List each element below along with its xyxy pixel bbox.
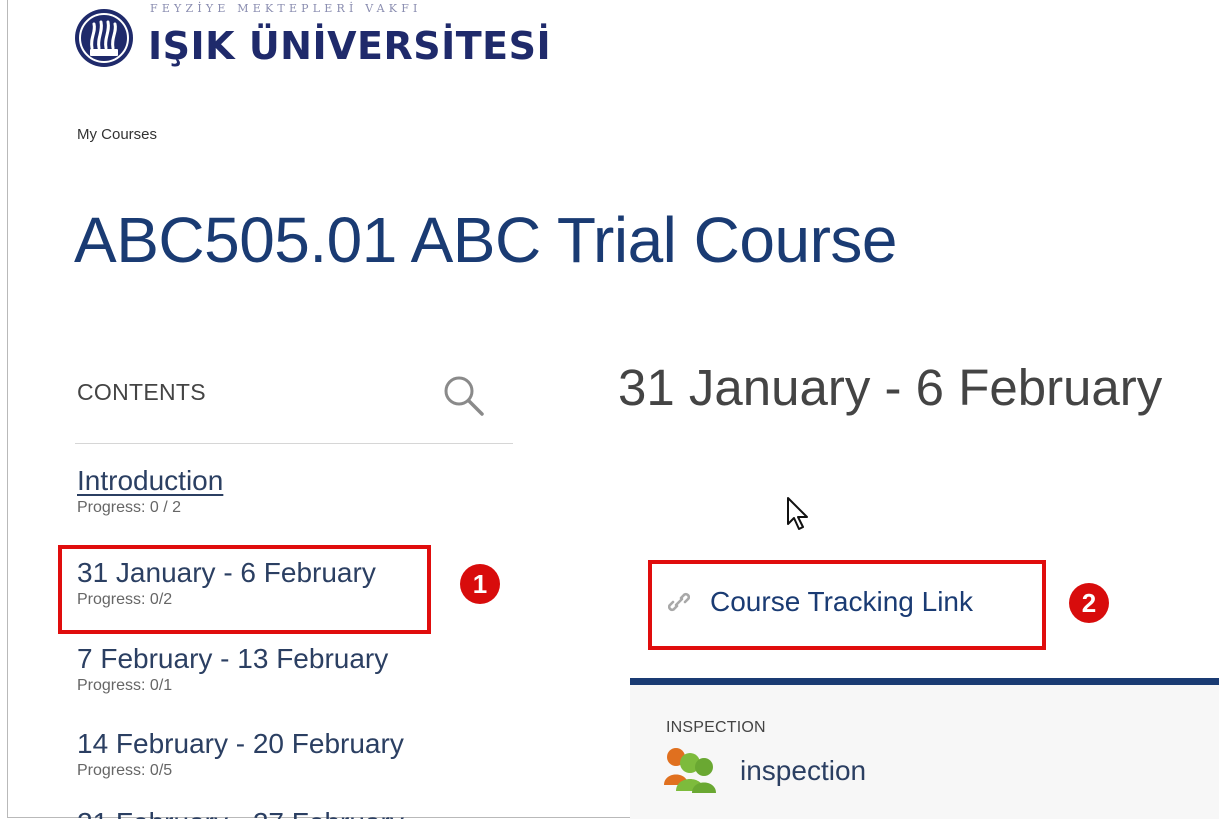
university-logo[interactable]: FEYZİYE MEKTEPLERİ VAKFI IŞIK ÜNİVERSİTE… <box>74 0 551 76</box>
breadcrumb-my-courses[interactable]: My Courses <box>77 126 157 143</box>
activity-panel: INSPECTION inspection <box>630 678 1219 819</box>
week-title: 31 January - 6 February <box>618 359 1163 416</box>
callout-badge-2: 2 <box>1069 583 1109 623</box>
sidebar-item-week-2[interactable]: 7 February - 13 February Progress: 0/1 <box>77 643 388 695</box>
section-title[interactable]: 21 February - 27 February <box>77 809 404 819</box>
section-progress: Progress: 0 / 2 <box>77 499 182 516</box>
sidebar-item-introduction[interactable]: Introduction Progress: 0 / 2 <box>77 465 223 517</box>
search-icon[interactable] <box>440 372 486 418</box>
foundation-name: FEYZİYE MEKTEPLERİ VAKFI <box>150 2 422 15</box>
university-emblem-icon <box>75 9 133 67</box>
contents-heading: CONTENTS <box>77 379 206 405</box>
sidebar-divider <box>75 443 513 444</box>
sidebar-item-week-3[interactable]: 14 February - 20 February Progress: 0/5 <box>77 728 404 780</box>
sidebar-item-week-4[interactable]: 21 February - 27 February <box>77 809 404 819</box>
activity-type-label: INSPECTION <box>666 719 766 736</box>
mouse-cursor-icon <box>787 497 808 530</box>
section-title[interactable]: Introduction <box>77 465 223 497</box>
callout-highlight-1 <box>58 545 431 634</box>
university-name: IŞIK ÜNİVERSİTESİ <box>148 24 552 68</box>
group-users-icon <box>664 748 716 793</box>
callout-badge-1: 1 <box>460 564 500 604</box>
course-title: ABC505.01 ABC Trial Course <box>74 204 897 276</box>
section-title[interactable]: 14 February - 20 February <box>77 728 404 760</box>
section-progress: Progress: 0/1 <box>77 677 173 694</box>
section-progress: Progress: 0/5 <box>77 762 173 779</box>
activity-link-inspection[interactable]: inspection <box>740 755 866 787</box>
callout-highlight-2 <box>648 560 1046 650</box>
section-title[interactable]: 7 February - 13 February <box>77 643 388 675</box>
